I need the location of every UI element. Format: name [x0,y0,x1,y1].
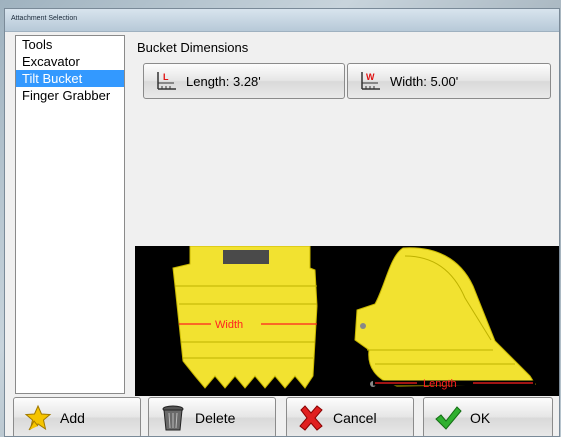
bucket-diagram-svg: Width Length [172,246,536,390]
width-button[interactable]: W Width: 5.00' [347,63,551,99]
add-button-label: Add [60,409,85,426]
cancel-button[interactable]: Cancel [286,397,414,436]
bucket-front-view: Width [172,246,318,389]
trash-can-icon [162,405,184,430]
star-icon [24,404,52,430]
list-item-excavator[interactable]: Excavator [16,53,124,70]
diagram-length-label: Length [423,378,457,390]
length-ruler-icon: L [157,72,176,90]
window-title: Attachment Selection [11,15,78,22]
delete-button-label: Delete [195,409,236,426]
length-label: Length: 3.28' [186,73,261,89]
diagram-width-label: Width [215,319,243,331]
bucket-diagram: Width Length [135,246,559,396]
bucket-dimensions-label: Bucket Dimensions [137,40,249,55]
delete-button[interactable]: Delete [148,397,276,436]
width-ruler-icon: W [361,72,380,90]
width-label: Width: 5.00' [390,73,459,89]
red-x-icon [299,404,323,431]
green-check-icon [435,405,462,430]
add-button[interactable]: Add [13,397,141,436]
title-bar[interactable]: Attachment Selection [5,9,559,32]
bucket-side-view: Length [354,247,536,390]
ok-button[interactable]: OK [423,397,553,436]
list-item-finger-grabber[interactable]: Finger Grabber [16,87,124,104]
attachment-list[interactable]: Tools Excavator Tilt Bucket Finger Grabb… [15,35,125,394]
cancel-button-label: Cancel [333,409,377,426]
length-icon-letter: L [163,72,169,82]
ok-button-label: OK [470,409,491,426]
attachment-selection-window: Attachment Selection Tools Excavator Til… [4,8,560,437]
width-icon-letter: W [366,72,375,82]
list-item-tools[interactable]: Tools [16,36,124,53]
length-button[interactable]: L Length: 3.28' [143,63,345,99]
list-item-tilt-bucket[interactable]: Tilt Bucket [16,70,124,87]
